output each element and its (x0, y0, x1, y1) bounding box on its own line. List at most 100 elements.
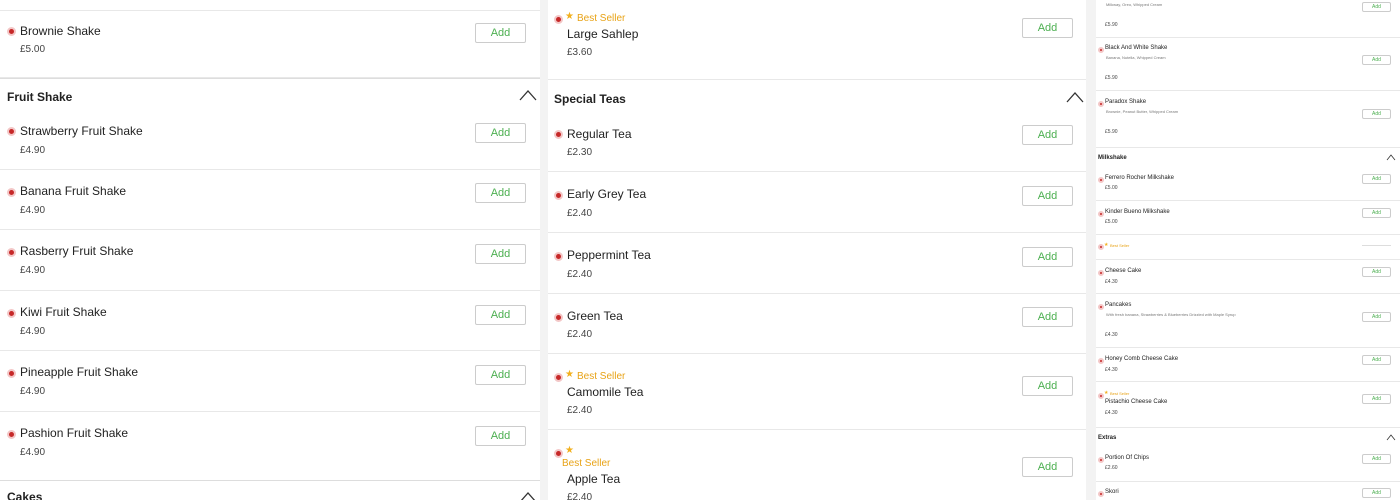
item-price: £2.40 (567, 405, 593, 416)
menu-column-3: Milkway, Oreo, Whipped Cream £5.90 Add B… (1096, 0, 1400, 500)
star-icon: ★ (1104, 242, 1109, 248)
menu-item: Milkway, Oreo, Whipped Cream £5.90 Add (1096, 0, 1400, 38)
item-price: £4.90 (20, 265, 46, 276)
item-dot-icon (1098, 304, 1104, 310)
item-dot-icon (7, 309, 16, 318)
add-button[interactable]: Add (1022, 18, 1073, 38)
item-dot-icon (1098, 47, 1104, 53)
section-header-special-teas[interactable]: Special Teas (548, 80, 1086, 116)
add-button[interactable]: Add (1022, 186, 1073, 206)
item-name: Pashion Fruit Shake (20, 426, 129, 440)
chevron-up-icon[interactable] (1066, 91, 1084, 103)
add-button[interactable]: Add (1362, 109, 1391, 119)
item-dot-icon (554, 449, 563, 458)
chevron-up-icon[interactable] (1386, 154, 1396, 161)
menu-item: Pineapple Fruit Shake £4.90 Add (0, 351, 540, 412)
menu-item: Ferrero Rocher Milkshake £5.00 Add (1096, 168, 1400, 201)
item-price: £5.90 (1105, 22, 1118, 28)
menu-item: Banana Fruit Shake £4.90 Add (0, 170, 540, 230)
add-button[interactable]: Add (1362, 454, 1391, 464)
menu-item: ★ Best Seller Apple Tea £2.40 Add (548, 430, 1086, 500)
section-header-extras[interactable]: Extras (1096, 428, 1400, 448)
item-name: Pineapple Fruit Shake (20, 365, 139, 379)
add-button[interactable]: Add (1022, 125, 1073, 145)
section-header-milkshake[interactable]: Milkshake (1096, 148, 1400, 168)
add-button[interactable]: Add (475, 183, 526, 203)
menu-item: Paradox Shake Brownie, Peanut Butter, Wh… (1096, 91, 1400, 148)
section-title: Special Teas (554, 92, 626, 106)
menu-column-2: ★ Best Seller Large Sahlep £3.60 Add Spe… (548, 0, 1086, 500)
item-name: Green Tea (567, 309, 623, 323)
item-name: Brownie Shake (20, 24, 101, 38)
section-title: Extras (1098, 435, 1117, 441)
section-title: Milkshake (1098, 155, 1127, 161)
item-price: £2.60 (1105, 465, 1118, 471)
add-button[interactable]: Add (475, 123, 526, 143)
item-name: Regular Tea (567, 127, 632, 141)
add-button[interactable]: Add (1022, 307, 1073, 327)
item-name: Large Sahlep (567, 27, 639, 41)
menu-item: Regular Tea £2.30 Add (548, 116, 1086, 172)
chevron-up-icon[interactable] (1386, 434, 1396, 441)
chevron-up-icon[interactable] (519, 89, 537, 101)
add-button[interactable]: Add (475, 426, 526, 446)
item-dot-icon (1098, 270, 1104, 276)
item-dot-icon (554, 313, 563, 322)
menu-item: Peppermint Tea £2.40 Add (548, 233, 1086, 294)
add-button[interactable]: Add (1362, 55, 1391, 65)
menu-item: ★ Best Seller Pistachio Cheese Cake £4.3… (1096, 382, 1400, 428)
add-button[interactable]: Add (1362, 312, 1391, 322)
item-price: £4.30 (1105, 332, 1118, 338)
item-name: Paradox Shake (1105, 99, 1147, 105)
item-dot-icon (7, 430, 16, 439)
add-button[interactable]: Add (475, 23, 526, 43)
item-dot-icon (554, 191, 563, 200)
item-dot-icon (554, 252, 563, 261)
item-name: Skori (1105, 489, 1119, 495)
item-price: £2.40 (567, 269, 593, 280)
chevron-up-icon[interactable] (519, 491, 537, 500)
menu-item: ★ Best Seller Large Sahlep £3.60 Add (548, 0, 1086, 80)
add-button[interactable]: Add (475, 244, 526, 264)
item-name: Kinder Bueno Milkshake (1105, 209, 1170, 215)
add-button[interactable]: Add (1362, 2, 1391, 12)
best-seller-label: Best Seller (577, 13, 626, 24)
add-button[interactable]: Add (1362, 208, 1391, 218)
best-seller-label: Best Seller (1110, 391, 1130, 396)
item-dot-icon (7, 27, 16, 36)
item-price: £5.90 (1105, 75, 1118, 81)
add-button[interactable]: Add (1362, 267, 1391, 277)
add-button[interactable]: Add (1022, 376, 1073, 396)
section-header-cakes[interactable]: Cakes (0, 480, 540, 500)
add-button[interactable]: Add (475, 305, 526, 325)
item-name: Cheese Cake (1105, 268, 1142, 274)
item-name: Strawberry Fruit Shake (20, 124, 143, 138)
item-name: Honey Comb Cheese Cake (1105, 356, 1179, 362)
item-price: £4.90 (20, 326, 46, 337)
item-price: £5.00 (1105, 185, 1118, 191)
item-name: Apple Tea (567, 472, 621, 486)
menu-item: Skori Add (1096, 482, 1400, 500)
star-icon: ★ (565, 445, 574, 456)
item-price: £4.90 (20, 145, 46, 156)
item-price: £2.40 (567, 492, 593, 500)
section-header-fruit-shake[interactable]: Fruit Shake (0, 78, 540, 114)
star-icon: ★ (1104, 390, 1109, 396)
item-price: £4.90 (20, 205, 46, 216)
add-button[interactable]: Add (1022, 247, 1073, 267)
item-price: £2.40 (567, 208, 593, 219)
item-dot-icon (554, 15, 563, 24)
add-button[interactable]: Add (475, 365, 526, 385)
add-button[interactable]: Add (1362, 174, 1391, 184)
item-dot-icon (554, 373, 563, 382)
add-button[interactable]: Add (1362, 355, 1391, 365)
item-price: £2.30 (567, 147, 593, 158)
add-button[interactable]: Add (1022, 457, 1073, 477)
menu-item: Green Tea £2.40 Add (548, 294, 1086, 354)
menu-item: Portion Of Chips £2.60 Add (1096, 448, 1400, 482)
add-button[interactable]: Add (1362, 488, 1391, 498)
add-button[interactable]: Add (1362, 394, 1391, 404)
item-name: Portion Of Chips (1105, 455, 1150, 461)
menu-item: Kiwi Fruit Shake £4.90 Add (0, 291, 540, 351)
item-dot-icon (7, 248, 16, 257)
